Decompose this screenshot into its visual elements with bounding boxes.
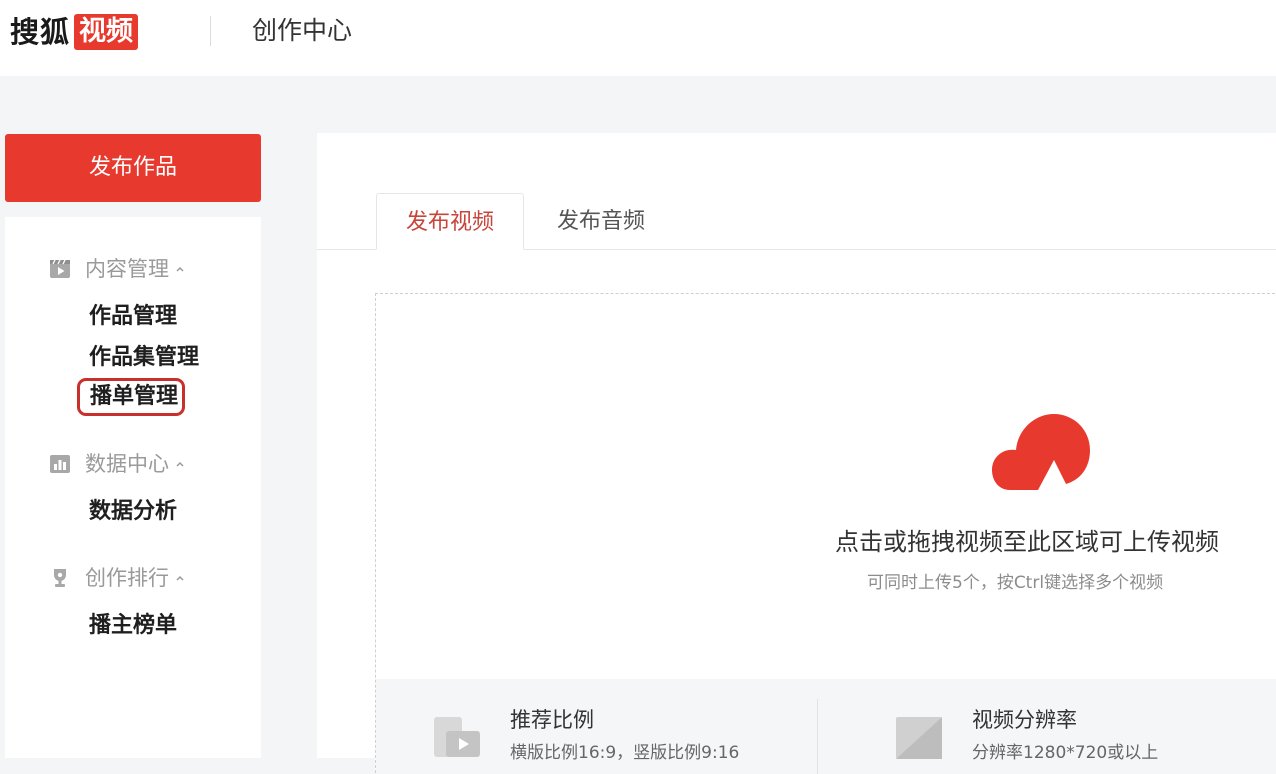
sidebar: 内容管理 作品管理 作品集管理 播单管理 数据中心 数据分析 创作排行 播主榜单: [5, 217, 261, 758]
sidebar-item-collections[interactable]: 作品集管理: [89, 343, 199, 373]
spec-desc-resolution: 分辨率1280*720或以上: [972, 743, 1159, 763]
spec-desc-ratio: 横版比例16:9，竖版比例9:16: [510, 743, 740, 763]
main-panel: 发布视频 发布音频 点击或拖拽视频至此区域可上传视频 可同时上传5个，按Ctrl…: [317, 133, 1276, 774]
cloud-upload-icon: [992, 414, 1090, 490]
trophy-icon: [49, 567, 71, 589]
nav-group-creator-ranking[interactable]: 创作排行: [49, 564, 185, 592]
tab-publish-audio[interactable]: 发布音频: [541, 193, 661, 250]
sidebar-item-data-analysis[interactable]: 数据分析: [89, 497, 177, 527]
nav-group-label: 数据中心: [85, 452, 169, 476]
logo-badge: 视频: [74, 14, 139, 50]
nav-group-label: 创作排行: [85, 566, 169, 590]
top-header: 搜狐 视频 创作中心: [0, 0, 1276, 76]
nav-group-data-center[interactable]: 数据中心: [49, 450, 185, 478]
video-upload-dropzone[interactable]: 点击或拖拽视频至此区域可上传视频 可同时上传5个，按Ctrl键选择多个视频 推荐…: [375, 293, 1276, 774]
chevron-up-icon: [176, 266, 184, 272]
publish-work-button[interactable]: 发布作品: [5, 134, 261, 202]
sidebar-item-creator-ranking[interactable]: 播主榜单: [89, 611, 177, 641]
video-icon: [49, 258, 71, 280]
upload-instruction: 点击或拖拽视频至此区域可上传视频: [835, 528, 1219, 556]
tab-bar: 发布视频 发布音频: [317, 133, 1276, 250]
logo-text: 搜狐: [10, 15, 71, 49]
nav-group-content-management[interactable]: 内容管理: [49, 255, 185, 283]
tab-publish-video[interactable]: 发布视频: [376, 193, 524, 250]
resolution-icon: [896, 717, 942, 759]
page-title: 创作中心: [252, 16, 353, 45]
chevron-up-icon: [176, 575, 184, 581]
sohu-video-logo[interactable]: 搜狐 视频: [10, 12, 139, 52]
upload-specs: 推荐比例 横版比例16:9，竖版比例9:16 视频分辨率 分辨率1280*720…: [376, 679, 1276, 774]
chevron-up-icon: [176, 461, 184, 467]
sidebar-item-works[interactable]: 作品管理: [89, 302, 177, 332]
sidebar-item-playlists[interactable]: 播单管理: [77, 378, 186, 416]
spec-title-ratio: 推荐比例: [510, 708, 594, 732]
header-divider: [210, 16, 211, 46]
spec-divider: [817, 699, 818, 774]
aspect-ratio-icon: [434, 717, 480, 757]
spec-title-resolution: 视频分辨率: [972, 708, 1077, 732]
nav-group-label: 内容管理: [85, 257, 169, 281]
bar-chart-icon: [49, 453, 71, 475]
upload-hint: 可同时上传5个，按Ctrl键选择多个视频: [867, 573, 1164, 593]
